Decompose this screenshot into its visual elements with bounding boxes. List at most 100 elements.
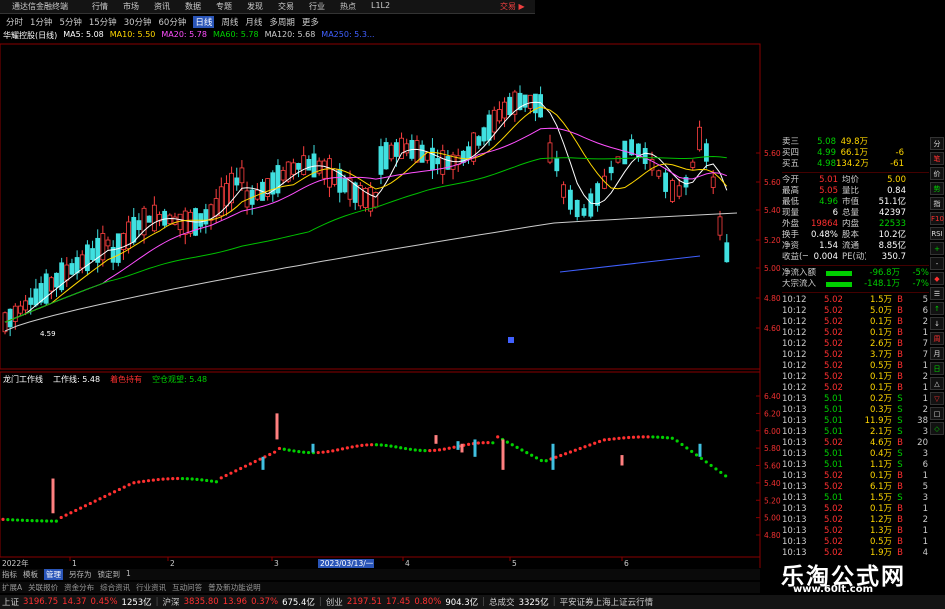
candle: [90, 248, 95, 260]
candle: [595, 183, 600, 206]
candle: [69, 263, 75, 275]
tick-time: 10:13: [782, 471, 807, 481]
indicator-dot: [515, 445, 519, 449]
function-tab[interactable]: 资金分布: [64, 582, 94, 593]
kline-frame: [0, 43, 761, 370]
indicator-tab[interactable]: 1: [126, 569, 131, 580]
tool-button[interactable]: +: [930, 242, 944, 255]
tool-button[interactable]: ↓: [930, 317, 944, 330]
indicator-name[interactable]: 龙门工作线: [3, 374, 43, 385]
candle: [79, 254, 85, 269]
tick-list[interactable]: 10:12 5.02 1.5万 B 5 10:12 5.02 5.0万 B 6 10:12 5.02 0…: [782, 295, 929, 559]
indicator-dot: [54, 519, 58, 523]
indicator-dot: [302, 450, 306, 454]
candle: [64, 264, 70, 281]
candle: [306, 159, 312, 171]
tool-button[interactable]: RSI: [930, 227, 944, 240]
indicator-tab[interactable]: 指标: [2, 569, 17, 580]
indicator-dot: [30, 519, 34, 523]
tick-price: 5.02: [824, 526, 843, 536]
function-tab[interactable]: 行业资讯: [136, 582, 166, 593]
indicator-dot: [243, 464, 248, 468]
tool-button[interactable]: -: [930, 257, 944, 270]
tick-side: B: [897, 482, 903, 492]
indicator-dot: [612, 437, 616, 441]
candle: [527, 94, 533, 109]
candle: [502, 101, 507, 119]
tool-button[interactable]: 势: [930, 182, 944, 195]
indicator-dot: [486, 441, 490, 445]
candle: [622, 140, 628, 165]
tick-count: 5: [922, 482, 928, 492]
tool-button[interactable]: ◇: [930, 422, 944, 435]
tick-price: 5.02: [824, 372, 843, 382]
tool-button[interactable]: F10: [930, 212, 944, 225]
candle: [608, 166, 614, 174]
stat-key: 最低: [782, 197, 800, 207]
function-tab[interactable]: 互动问答: [172, 582, 202, 593]
bid-volume: 66.1万: [840, 148, 868, 158]
date-tick-label: 6: [624, 559, 629, 568]
candle: [12, 305, 18, 322]
tool-button[interactable]: □: [930, 407, 944, 420]
bid-row[interactable]: 买四 4.99 66.1万 -6: [782, 148, 929, 159]
bid-row[interactable]: 买五 4.98 134.2万 -61: [782, 159, 929, 170]
tool-button[interactable]: 价: [930, 167, 944, 180]
watermark: 乐淘公式网 www.60lt.com: [763, 557, 945, 595]
indicator-dot: [641, 435, 645, 439]
indicator-tab[interactable]: 模板: [23, 569, 38, 580]
indicator-tab[interactable]: 锁定到: [98, 569, 121, 580]
bid-row[interactable]: 卖三 5.08 49.8万: [782, 137, 929, 148]
indicator-dot: [617, 436, 621, 440]
candle: [146, 215, 152, 223]
bid-d: [868, 159, 884, 170]
tool-button[interactable]: 分: [930, 137, 944, 150]
tool-button[interactable]: 笔: [930, 152, 944, 165]
indicator-dot: [491, 441, 495, 445]
tool-button[interactable]: ☰: [930, 287, 944, 300]
tool-button[interactable]: △: [930, 377, 944, 390]
tick-volume: 0.4万: [869, 449, 892, 459]
indicator-dot: [646, 435, 650, 439]
indicator-dot: [151, 478, 155, 482]
flow-value: -96.8万: [869, 268, 901, 278]
sz-label[interactable]: 沪深: [163, 596, 180, 608]
tool-button[interactable]: ↑: [930, 302, 944, 315]
tick-time: 10:12: [782, 383, 807, 393]
stat-value: 51.1亿: [878, 197, 906, 207]
cy-label[interactable]: 创业: [326, 596, 343, 608]
candle: [486, 114, 492, 141]
tool-button[interactable]: ◆: [930, 272, 944, 285]
tick-count: 5: [922, 295, 928, 305]
tick-row: 10:12 5.02 0.1万 B 1: [782, 328, 929, 339]
candle: [43, 273, 49, 304]
tool-button[interactable]: ▽: [930, 392, 944, 405]
function-tab[interactable]: 关联报价: [28, 582, 58, 593]
tick-time: 10:12: [782, 317, 807, 327]
function-tab[interactable]: 综合资讯: [100, 582, 130, 593]
stat-value: 22533: [878, 219, 906, 229]
function-tab[interactable]: 扩展A: [2, 582, 22, 593]
indicator-dot: [25, 518, 29, 523]
tick-side: B: [897, 438, 903, 448]
indicator-tab[interactable]: 另存为: [69, 569, 92, 580]
function-tab[interactable]: 普及新功能说明: [208, 582, 261, 593]
candle: [414, 140, 420, 163]
stat-value: 0.004: [813, 252, 838, 262]
tick-side: B: [897, 350, 903, 360]
tool-button[interactable]: 周: [930, 332, 944, 345]
sh-label[interactable]: 上证: [2, 596, 19, 608]
tick-row: 10:12 5.02 0.1万 B 2: [782, 317, 929, 328]
signal-bar: [460, 443, 464, 453]
ticker-sep: |: [482, 597, 486, 607]
candle: [131, 216, 137, 243]
tool-button[interactable]: 指: [930, 197, 944, 210]
money-flow: 净流入额 -96.8万 -5% 大宗流入 -148.1万 -7%: [782, 268, 929, 290]
tool-button[interactable]: 日: [930, 362, 944, 375]
indicator-tab[interactable]: 管理: [44, 569, 63, 580]
indicator-dot: [185, 477, 189, 481]
candle: [704, 143, 709, 162]
sz-pct: 0.37%: [251, 597, 279, 607]
indicator-dot: [350, 445, 354, 449]
tool-button[interactable]: 月: [930, 347, 944, 360]
